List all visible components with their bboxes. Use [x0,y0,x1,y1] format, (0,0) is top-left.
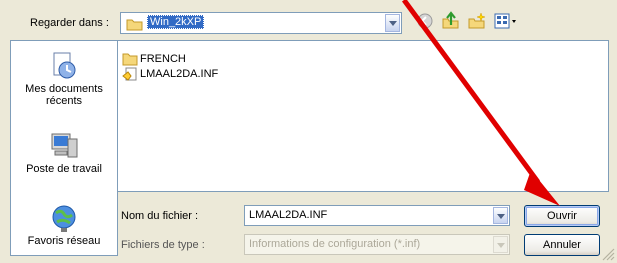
network-places-icon [48,203,80,233]
place-my-computer-label: Poste de travail [26,163,102,175]
look-in-label: Regarder dans : [30,17,109,29]
look-in-combobox[interactable]: Win_2kXP [120,12,402,34]
filetype-dropdown-button[interactable] [493,236,508,253]
inf-file-icon [122,67,137,81]
filetype-combobox[interactable]: Informations de configuration (*.inf) [244,234,510,255]
look-in-dropdown-button[interactable] [385,14,400,32]
up-folder-icon[interactable] [441,11,461,31]
filename-combobox[interactable]: LMAAL2DA.INF [244,205,510,226]
filename-dropdown-button[interactable] [493,207,508,224]
views-menu-icon[interactable] [493,11,519,31]
open-button-label: Ouvrir [547,210,577,222]
back-icon[interactable] [415,11,435,31]
file-name: FRENCH [140,53,186,65]
place-recent-documents-label: Mes documents récents [25,83,103,107]
filename-label: Nom du fichier : [121,210,199,222]
places-bar: Mes documents récents Poste de travail F… [10,40,118,256]
filetype-label: Fichiers de type : [121,239,205,251]
file-list[interactable]: FRENCH LMAAL2DA.INF [117,40,609,192]
open-button[interactable]: Ouvrir [524,205,600,227]
cancel-button-label: Annuler [543,239,581,251]
place-network-label: Favoris réseau [27,235,101,247]
new-folder-icon[interactable] [467,11,487,31]
filetype-value: Informations de configuration (*.inf) [249,238,421,250]
resize-grip-icon[interactable] [601,247,615,261]
place-network[interactable]: Favoris réseau [11,203,117,247]
folder-icon [126,19,143,31]
folder-icon [122,53,138,66]
place-my-computer[interactable]: Poste de travail [11,131,117,175]
place-recent-documents[interactable]: Mes documents récents [11,51,117,107]
filename-value: LMAAL2DA.INF [249,209,328,221]
cancel-button[interactable]: Annuler [524,234,600,256]
my-computer-icon [48,131,80,161]
look-in-value: Win_2kXP [147,15,205,29]
recent-documents-icon [48,51,80,81]
file-name: LMAAL2DA.INF [140,68,219,80]
